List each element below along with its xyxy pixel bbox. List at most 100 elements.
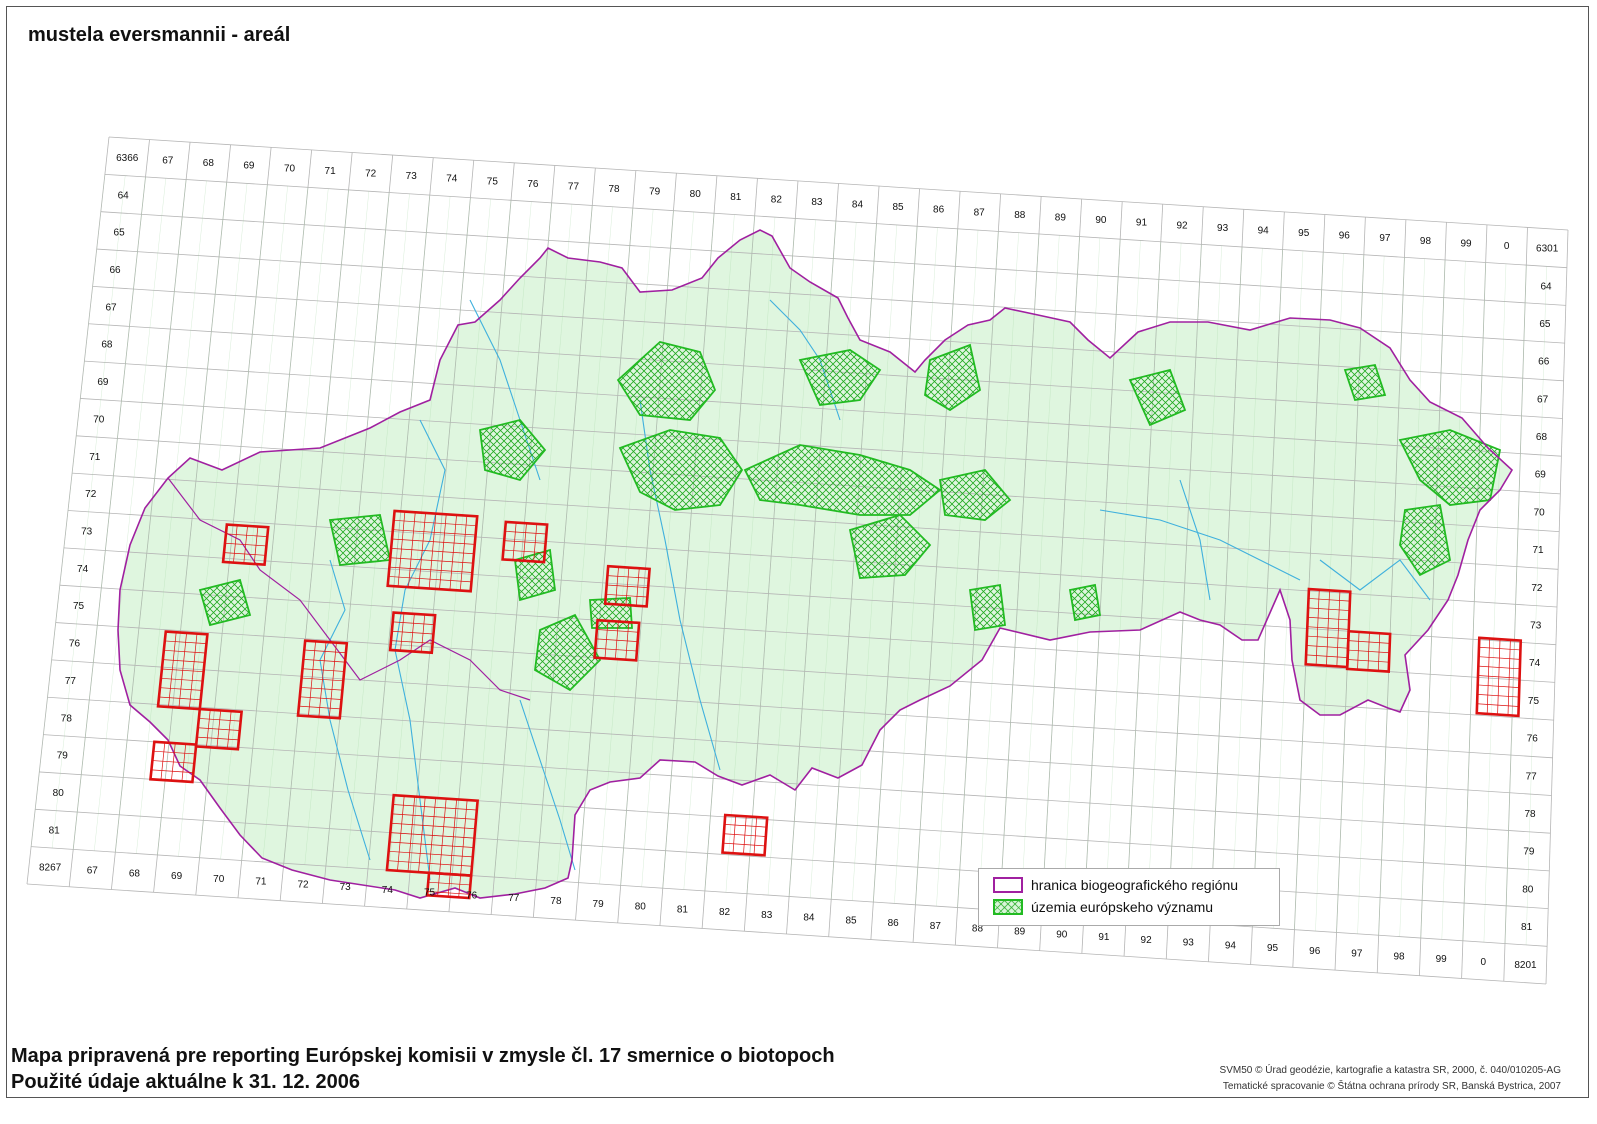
grid-label-top: 67: [162, 156, 174, 167]
grid-label-top: 92: [1176, 220, 1188, 231]
grid-label-right: 78: [1524, 809, 1536, 820]
grid-label-left: 67: [105, 302, 117, 313]
grid-label-right: 74: [1529, 658, 1541, 669]
grid-label-bottom: 74: [382, 885, 394, 896]
grid-label-bottom: 79: [593, 899, 605, 910]
legend-label-region: hranica biogeografického regiónu: [1031, 877, 1239, 893]
grid-label-top: 69: [243, 161, 255, 172]
grid-label-top: 91: [1136, 218, 1148, 229]
grid-label-bottom: 8267: [39, 863, 62, 874]
grid-label-bottom: 85: [845, 915, 857, 926]
grid-label-bottom: 67: [87, 865, 99, 876]
legend-label-sci: územia európskeho významu: [1031, 899, 1214, 915]
grid-subline: [1462, 262, 1486, 941]
grid-label-left: 81: [49, 825, 61, 836]
grid-line-horizontal: [26, 883, 1547, 985]
grid-label-top: 72: [365, 168, 377, 179]
grid-label-right: 66: [1538, 357, 1550, 368]
grid-label-top: 93: [1217, 223, 1229, 234]
territory-fill: [118, 230, 1512, 898]
grid-label-bottom: 90: [1056, 929, 1068, 940]
grid-label-right: 73: [1530, 621, 1542, 632]
grid-label-left: 64: [118, 190, 130, 201]
grid-label-right: 65: [1539, 319, 1551, 330]
grid-label-bottom: 94: [1225, 940, 1237, 951]
grid-label-bottom: 8201: [1514, 960, 1537, 971]
legend-item-region: hranica biogeografického regiónu: [993, 875, 1238, 895]
grid-label-left: 80: [53, 788, 65, 799]
footer-line-2: Použité údaje aktuálne k 31. 12. 2006: [11, 1071, 361, 1093]
grid-label-top: 80: [690, 189, 702, 200]
grid-label-top: 82: [771, 194, 783, 205]
grid-label-bottom: 86: [888, 918, 900, 929]
grid-label-right: 70: [1534, 507, 1546, 518]
grid-label-bottom: 70: [213, 874, 225, 885]
grid-label-left: 79: [57, 751, 69, 762]
grid-subline: [1525, 266, 1547, 945]
grid-label-top: 90: [1095, 215, 1107, 226]
grid-label-bottom: 92: [1141, 935, 1153, 946]
grid-label-bottom: 82: [719, 907, 731, 918]
grid-label-top: 74: [446, 174, 458, 185]
grid-label-bottom: 0: [1481, 957, 1487, 968]
sci-area: [514, 548, 556, 602]
sci-area: [1068, 583, 1102, 622]
grid-label-right: 79: [1523, 847, 1535, 858]
grid-label-top: 84: [852, 200, 864, 211]
grid-label-left: 68: [101, 340, 113, 351]
grid-label-top: 75: [487, 176, 499, 187]
grid-label-right: 67: [1537, 394, 1549, 405]
grid-label-bottom: 99: [1436, 954, 1448, 965]
grid-label-top: 96: [1339, 231, 1351, 242]
grid-label-left: 77: [65, 676, 77, 687]
grid-label-bottom: 71: [255, 877, 267, 888]
grid-label-top: 95: [1298, 228, 1310, 239]
grid-label-right: 72: [1531, 583, 1543, 594]
grid-label-top: 83: [811, 197, 823, 208]
legend-item-sci: územia európskeho významu: [993, 897, 1213, 917]
grid-label-left: 70: [93, 414, 105, 425]
grid-label-left: 66: [109, 265, 121, 276]
grid-label-bottom: 69: [171, 871, 183, 882]
grid-line-horizontal: [108, 136, 1569, 231]
map-legend: hranica biogeografického regiónu územia …: [978, 868, 1280, 926]
grid-label-left: 78: [61, 713, 73, 724]
grid-label-bottom: 83: [761, 910, 773, 921]
grid-label-right: 76: [1527, 734, 1539, 745]
map-canvas: 6366 67 68 69 70 71 72 73 74 75 76 77 78 79 80 81 82 83 84…: [26, 136, 1569, 985]
grid-label-bottom: 75: [424, 888, 436, 899]
grid-label-left: 75: [73, 601, 85, 612]
grid-label-top: 68: [203, 158, 215, 169]
grid-label-top: 78: [609, 184, 621, 195]
grid-label-right: 75: [1528, 696, 1540, 707]
grid-label-right: 71: [1532, 545, 1544, 556]
grid-label-top: 76: [527, 179, 539, 190]
grid-label-top: 0: [1504, 241, 1510, 252]
grid-label-left: 73: [81, 527, 93, 538]
grid-label-top: 99: [1460, 238, 1472, 249]
grid-label-left: 74: [77, 564, 89, 575]
grid-label-bottom: 89: [1014, 926, 1026, 937]
grid-label-right: 81: [1521, 922, 1533, 933]
grid-label-bottom: 76: [466, 890, 478, 901]
grid-label-top: 89: [1055, 212, 1067, 223]
grid-label-top: 6301: [1536, 244, 1559, 255]
grid-label-top: 86: [933, 205, 945, 216]
grid-label-top: 70: [284, 163, 296, 174]
grid-label-bottom: 98: [1393, 951, 1405, 962]
sci-area: [328, 514, 392, 566]
grid-label-top: 85: [892, 202, 904, 213]
footer-line-1: Mapa pripravená pre reporting Európskej …: [11, 1045, 835, 1067]
grid-label-right: 64: [1540, 281, 1552, 292]
grid-label-top: 94: [1258, 225, 1270, 236]
grid-label-right: 69: [1535, 470, 1547, 481]
grid-label-bottom: 91: [1098, 932, 1110, 943]
grid-label-left: 72: [85, 489, 97, 500]
grid-label-top: 79: [649, 187, 661, 198]
grid-label-bottom: 81: [677, 904, 689, 915]
grid-label-bottom: 95: [1267, 943, 1279, 954]
grid-subline: [1483, 263, 1507, 943]
grid-label-right: 68: [1536, 432, 1548, 443]
grid-label-bottom: 77: [508, 893, 520, 904]
grid-label-bottom: 93: [1183, 938, 1195, 949]
